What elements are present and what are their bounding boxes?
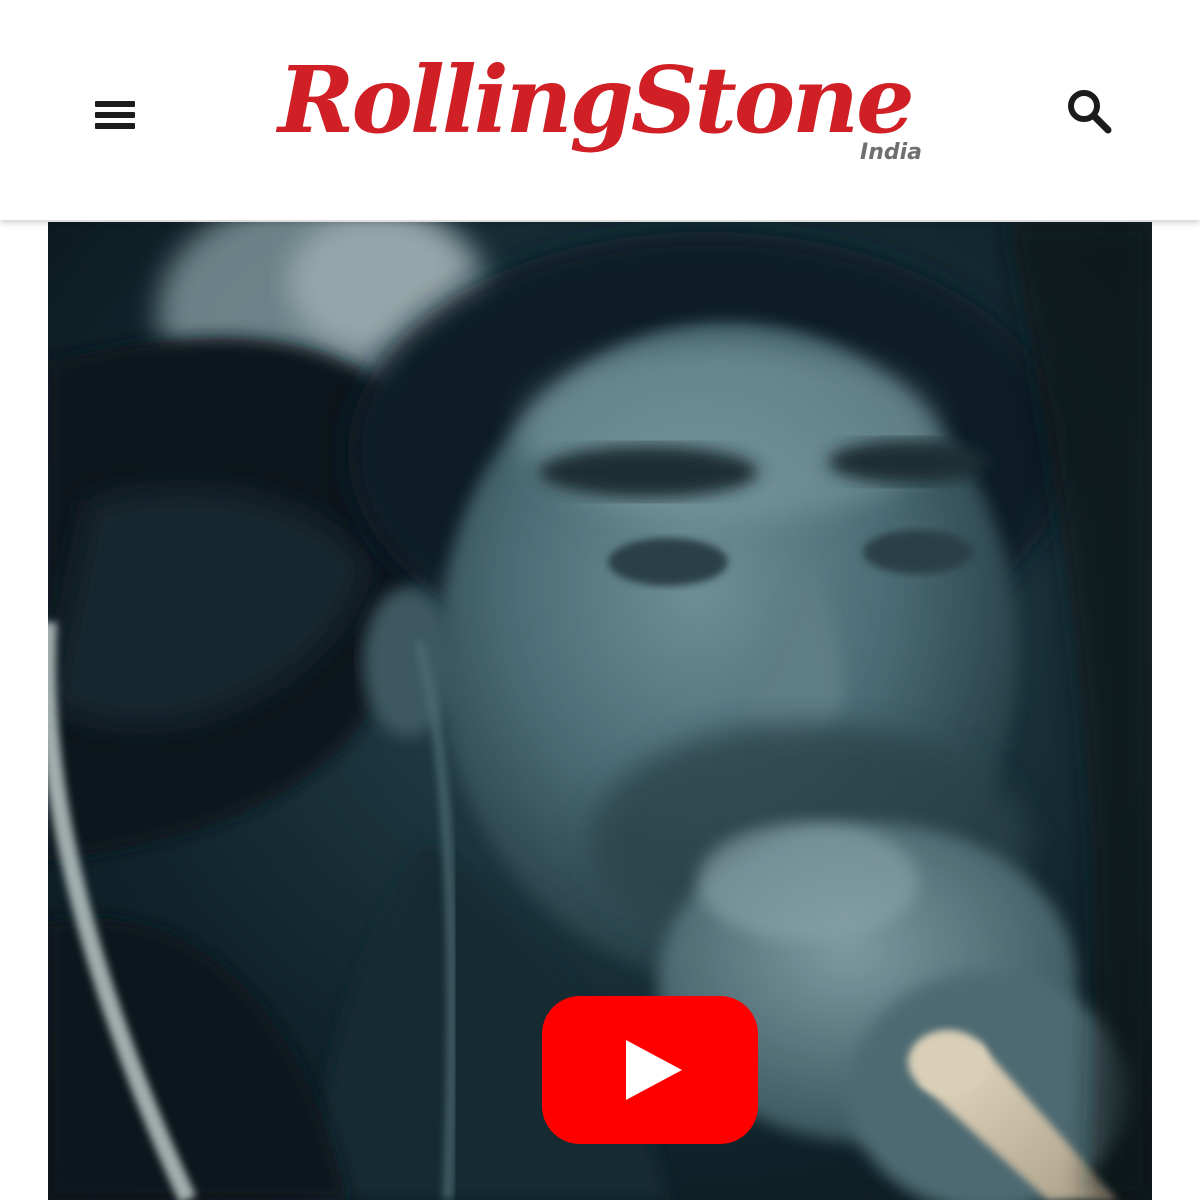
video-player[interactable] [48, 222, 1152, 1200]
search-icon [1068, 90, 1112, 134]
rolling-stone-logo[interactable]: RollingStone India [270, 40, 930, 180]
play-icon [542, 996, 758, 1144]
logo-wordmark: RollingStone [278, 46, 915, 154]
play-button[interactable] [542, 996, 758, 1144]
hamburger-menu-icon [95, 101, 135, 129]
menu-button[interactable] [88, 88, 142, 142]
site-header: RollingStone India [0, 0, 1200, 220]
search-button[interactable] [1058, 80, 1120, 142]
logo-edition: India [860, 140, 922, 165]
